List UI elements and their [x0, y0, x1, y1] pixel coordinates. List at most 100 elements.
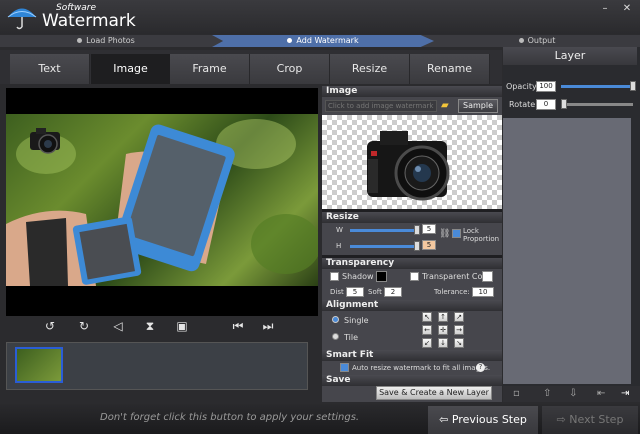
height-slider-handle[interactable]	[414, 241, 420, 251]
help-icon[interactable]: ?	[476, 363, 485, 372]
step-load-photos[interactable]: Load Photos	[0, 35, 212, 47]
flip-vertical-icon[interactable]: ◁	[110, 318, 126, 334]
lock-proportion-label: Lock Proportion	[463, 227, 500, 243]
transparency-section: Transparency Shadow Transparent Color Di…	[322, 258, 502, 301]
tab-text[interactable]: Text	[10, 54, 90, 84]
opacity-label: Opacity	[506, 82, 537, 91]
next-image-icon[interactable]: ⏭	[260, 318, 276, 334]
new-layer-icon[interactable]: ▫	[513, 388, 520, 399]
apply-settings-hint: Don't forget click this button to apply …	[100, 412, 360, 423]
tab-image[interactable]: Image	[91, 54, 171, 84]
step-output[interactable]: Output	[434, 35, 640, 47]
rotate-left-icon[interactable]: ↺	[42, 318, 58, 334]
tab-bar: Text Image Frame Crop Resize Rename	[0, 50, 502, 84]
tab-resize[interactable]: Resize	[330, 54, 410, 84]
align-top-right-icon[interactable]: ↗	[454, 312, 464, 322]
soft-label: Soft	[368, 288, 382, 296]
height-slider[interactable]	[350, 245, 418, 248]
thumbnail-strip	[6, 342, 308, 390]
import-icon[interactable]: ⇤	[597, 388, 605, 399]
align-bottom-icon[interactable]: ↓	[438, 338, 448, 348]
opacity-slider[interactable]	[561, 85, 633, 88]
fit-view-icon[interactable]: ▣	[174, 318, 190, 334]
align-right-icon[interactable]: →	[454, 325, 464, 335]
minimize-icon[interactable]: –	[598, 3, 612, 15]
opacity-value[interactable]: 100	[536, 81, 556, 92]
single-label: Single	[344, 316, 369, 325]
umbrella-logo-icon	[7, 8, 37, 30]
single-radio[interactable]	[332, 316, 339, 323]
image-path-field[interactable]	[325, 100, 437, 112]
step-add-watermark[interactable]: Add Watermark	[212, 35, 434, 47]
lock-proportion-checkbox[interactable]	[452, 229, 461, 238]
alignment-section-title: Alignment	[322, 300, 502, 311]
flip-horizontal-icon[interactable]: ⧗	[142, 318, 158, 334]
opacity-slider-handle[interactable]	[630, 81, 636, 91]
arrow-right-icon: ⇨	[556, 413, 570, 426]
move-down-icon[interactable]: ⇩	[569, 388, 577, 399]
tab-rename[interactable]: Rename	[410, 54, 490, 84]
align-top-icon[interactable]: ↑	[438, 312, 448, 322]
previous-step-button[interactable]: ⇦ Previous Step	[428, 406, 538, 434]
auto-resize-checkbox[interactable]	[340, 363, 349, 372]
tab-crop[interactable]: Crop	[250, 54, 330, 84]
phone-in-hand-photo	[6, 119, 318, 286]
step-label: Output	[527, 36, 556, 45]
image-section: Image ▰ Sample	[322, 86, 502, 209]
step-dot-icon	[518, 38, 524, 43]
link-icon: ⛓	[439, 229, 451, 239]
dist-value[interactable]: 5	[346, 287, 364, 297]
auto-resize-label: Auto resize watermark to fit all images.	[352, 364, 491, 372]
step-label: Add Watermark	[296, 36, 359, 45]
transparent-color-swatch[interactable]	[482, 271, 493, 282]
step-label: Load Photos	[86, 36, 135, 45]
tile-label: Tile	[344, 333, 359, 342]
image-section-title: Image	[322, 86, 502, 97]
folder-icon[interactable]: ▰	[441, 100, 455, 112]
layer-list[interactable]	[503, 118, 631, 384]
width-slider-handle[interactable]	[414, 225, 420, 235]
photo-thumbnail[interactable]	[15, 347, 63, 383]
sample-button[interactable]: Sample	[458, 99, 498, 113]
transparency-section-title: Transparency	[322, 258, 502, 269]
alignment-section: Alignment Single Tile ↖ ↑ ↗ ← ✛ → ↙ ↓ ↘	[322, 300, 502, 351]
previous-image-icon[interactable]: ⏮	[230, 318, 246, 334]
shadow-label: Shadow	[342, 272, 374, 281]
close-icon[interactable]: ✕	[620, 3, 634, 15]
tab-frame[interactable]: Frame	[170, 54, 250, 84]
next-step-button[interactable]: ⇨ Next Step	[542, 406, 638, 434]
shadow-color-swatch[interactable]	[376, 271, 387, 282]
preview-toolbar: ↺ ↻ ◁ ⧗ ▣ ⏮ ⏭	[6, 316, 318, 338]
align-bottom-left-icon[interactable]: ↙	[422, 338, 432, 348]
rotate-value[interactable]: 0	[536, 99, 556, 110]
smartfit-section-title: Smart Fit	[322, 350, 502, 361]
rotate-slider[interactable]	[561, 103, 633, 106]
height-label: H	[336, 242, 342, 250]
next-step-label: Next Step	[569, 413, 624, 426]
save-create-layer-button[interactable]: Save & Create a New Layer	[376, 386, 492, 400]
align-center-icon[interactable]: ✛	[438, 325, 448, 335]
export-icon[interactable]: ⇥	[621, 388, 629, 399]
transparent-color-checkbox[interactable]	[410, 272, 419, 281]
save-section-title: Save	[322, 375, 502, 386]
title-bar: Software Watermark – ✕	[0, 0, 640, 34]
width-label: W	[336, 226, 343, 234]
previous-step-label: Previous Step	[451, 413, 527, 426]
tolerance-label: Tolerance:	[434, 288, 470, 296]
align-left-icon[interactable]: ←	[422, 325, 432, 335]
align-bottom-right-icon[interactable]: ↘	[454, 338, 464, 348]
tile-radio[interactable]	[332, 333, 339, 340]
width-value[interactable]: 5	[422, 224, 436, 234]
align-top-left-icon[interactable]: ↖	[422, 312, 432, 322]
preview-photo	[6, 114, 318, 286]
watermark-settings-panel: Image ▰ Sample Resize W	[322, 86, 502, 402]
width-slider[interactable]	[350, 229, 418, 232]
move-up-icon[interactable]: ⇧	[543, 388, 551, 399]
tolerance-value[interactable]: 10	[472, 287, 494, 297]
height-value[interactable]: 5	[422, 240, 436, 250]
rotate-slider-handle[interactable]	[561, 99, 567, 109]
rotate-right-icon[interactable]: ↻	[76, 318, 92, 334]
watermark-image-preview	[322, 115, 502, 209]
soft-value[interactable]: 2	[384, 287, 402, 297]
shadow-checkbox[interactable]	[330, 272, 339, 281]
